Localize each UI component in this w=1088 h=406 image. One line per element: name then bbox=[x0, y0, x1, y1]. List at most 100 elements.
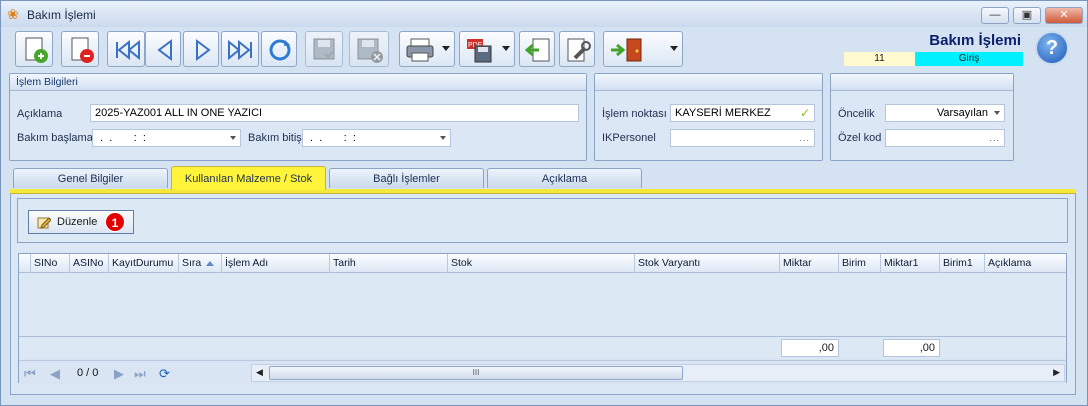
wrench-icon bbox=[567, 38, 591, 62]
close-button[interactable]: ✕ bbox=[1045, 7, 1083, 24]
last-icon bbox=[228, 39, 252, 61]
next-record-button[interactable] bbox=[183, 31, 219, 67]
column-header-sira-label: Sıra bbox=[182, 257, 202, 269]
tab-kullanilan-malzeme[interactable]: Kullanılan Malzeme / Stok bbox=[171, 166, 326, 190]
oncelik-select[interactable]: Varsayılan bbox=[885, 104, 1005, 122]
chevron-down-icon[interactable] bbox=[670, 46, 678, 51]
duzenle-label: Düzenle bbox=[57, 216, 98, 228]
save-close-button[interactable] bbox=[349, 31, 389, 67]
previous-record-button[interactable] bbox=[145, 31, 181, 67]
ikpersonel-input[interactable]: ... bbox=[670, 129, 815, 147]
bakim-baslama-input[interactable]: . . : : bbox=[92, 129, 241, 147]
maximize-button[interactable]: ▣ bbox=[1013, 7, 1041, 24]
tab-aciklama[interactable]: Açıklama bbox=[487, 168, 642, 188]
scroll-thumb[interactable]: III bbox=[269, 366, 683, 380]
column-header-stok[interactable]: Stok bbox=[448, 254, 635, 273]
islem-noktasi-input[interactable]: KAYSERİ MERKEZ ✓ bbox=[670, 104, 815, 122]
panel-title bbox=[595, 74, 822, 91]
ozel-kod-label: Özel kod bbox=[838, 132, 882, 144]
refresh-button[interactable] bbox=[261, 31, 297, 67]
print-button[interactable] bbox=[399, 31, 455, 67]
column-header-tarih[interactable]: Tarih bbox=[330, 254, 448, 273]
previous-page-icon[interactable]: ◀ bbox=[50, 366, 60, 382]
scroll-right-icon[interactable]: ▶ bbox=[1053, 367, 1060, 378]
islem-noktasi-label: İşlem noktası bbox=[602, 108, 667, 120]
column-header-islem-adi[interactable]: İşlem Adı bbox=[222, 254, 330, 273]
aciklama-input[interactable]: 2025-YAZ001 ALL IN ONE YAZICI bbox=[90, 104, 579, 122]
ikpersonel-label: IKPersonel bbox=[602, 132, 656, 144]
export-pdf-button[interactable]: PDF bbox=[459, 31, 515, 67]
page-add-icon bbox=[25, 37, 48, 63]
chevron-down-icon[interactable] bbox=[502, 46, 510, 51]
help-button[interactable]: ? bbox=[1035, 31, 1069, 65]
tools-button[interactable] bbox=[559, 31, 595, 67]
column-header-miktar[interactable]: Miktar bbox=[780, 254, 839, 273]
column-header-birim[interactable]: Birim bbox=[839, 254, 881, 273]
column-header-miktar1[interactable]: Miktar1 bbox=[881, 254, 940, 273]
pager-text: 0 / 0 bbox=[77, 367, 99, 379]
oncelik-label: Öncelik bbox=[838, 108, 875, 120]
ellipsis-icon[interactable]: ... bbox=[989, 130, 1000, 146]
bakim-bitis-input[interactable]: . . : : bbox=[302, 129, 451, 147]
chevron-down-icon[interactable] bbox=[994, 111, 1000, 115]
delete-record-button[interactable] bbox=[61, 31, 99, 67]
bakim-bitis-value: . . : : bbox=[307, 132, 356, 144]
ellipsis-icon[interactable]: ... bbox=[799, 130, 810, 146]
butterfly-app-icon: ❀ bbox=[7, 6, 19, 22]
window-title: Bakım İşlemi bbox=[27, 8, 96, 22]
active-tab-strip bbox=[10, 189, 1076, 194]
bakim-baslama-value: . . : : bbox=[97, 132, 146, 144]
column-header-birim1[interactable]: Birim1 bbox=[940, 254, 985, 273]
new-record-button[interactable] bbox=[15, 31, 53, 67]
tab-genel-bilgiler[interactable]: Genel Bilgiler bbox=[13, 168, 168, 188]
pdf-icon: PDF bbox=[467, 39, 492, 63]
step-badge: 1 bbox=[105, 212, 125, 232]
column-header-sira[interactable]: Sıra bbox=[179, 254, 222, 273]
aciklama-label: Açıklama bbox=[17, 108, 63, 120]
column-header-kayitdurumu[interactable]: KayıtDurumu bbox=[109, 254, 179, 273]
record-status: Giriş bbox=[915, 52, 1023, 66]
ozel-kod-input[interactable]: ... bbox=[885, 129, 1005, 147]
sum-miktar: ,00 bbox=[781, 339, 839, 357]
check-icon[interactable]: ✓ bbox=[800, 105, 810, 121]
grid-rows[interactable] bbox=[19, 273, 1066, 336]
first-record-button[interactable] bbox=[107, 31, 145, 67]
first-page-icon[interactable]: ⏮ bbox=[24, 366, 36, 382]
next-page-icon[interactable]: ▶ bbox=[114, 366, 124, 382]
column-header-asino[interactable]: ASINo bbox=[70, 254, 109, 273]
bakim-baslama-label: Bakım başlama bbox=[17, 132, 93, 144]
column-header-sino[interactable]: SINo bbox=[31, 254, 70, 273]
chevron-down-icon[interactable] bbox=[230, 136, 236, 140]
horizontal-scrollbar[interactable]: ◀ III ▶ bbox=[251, 364, 1065, 382]
previous-icon bbox=[157, 39, 172, 61]
chevron-down-icon[interactable] bbox=[440, 136, 446, 140]
save-cancel-icon bbox=[357, 38, 383, 63]
screen-name: Bakım İşlemi bbox=[929, 32, 1021, 49]
last-record-button[interactable] bbox=[221, 31, 259, 67]
last-page-icon[interactable]: ⏭ bbox=[134, 366, 146, 382]
title-bar: ❀ Bakım İşlemi — ▣ ✕ bbox=[1, 1, 1087, 27]
exit-door-icon bbox=[611, 38, 642, 62]
printer-icon bbox=[406, 38, 434, 62]
import-icon bbox=[525, 38, 550, 62]
bakim-bitis-label: Bakım bitiş bbox=[248, 132, 302, 144]
header-gutter bbox=[19, 254, 31, 273]
sum-miktar1: ,00 bbox=[883, 339, 940, 357]
refresh-icon[interactable]: ⟳ bbox=[159, 366, 170, 382]
chevron-down-icon[interactable] bbox=[442, 46, 450, 51]
first-icon bbox=[116, 39, 140, 61]
import-button[interactable] bbox=[519, 31, 555, 67]
column-header-stok-varyanti[interactable]: Stok Varyantı bbox=[635, 254, 780, 273]
scroll-left-icon[interactable]: ◀ bbox=[256, 367, 263, 378]
save-button[interactable] bbox=[305, 31, 343, 67]
next-icon bbox=[196, 39, 211, 61]
panel-title: İşlem Bilgileri bbox=[10, 74, 586, 91]
exit-button[interactable] bbox=[603, 31, 683, 67]
column-header-aciklama[interactable]: Açıklama bbox=[985, 254, 1066, 273]
save-icon bbox=[313, 38, 335, 60]
islem-noktasi-value: KAYSERİ MERKEZ bbox=[675, 107, 771, 119]
minimize-button[interactable]: — bbox=[981, 7, 1009, 24]
edit-panel bbox=[17, 198, 1068, 243]
grid-header: SINo ASINo KayıtDurumu Sıra İşlem Adı Ta… bbox=[19, 254, 1066, 273]
tab-bagli-islemler[interactable]: Bağlı İşlemler bbox=[329, 168, 484, 188]
